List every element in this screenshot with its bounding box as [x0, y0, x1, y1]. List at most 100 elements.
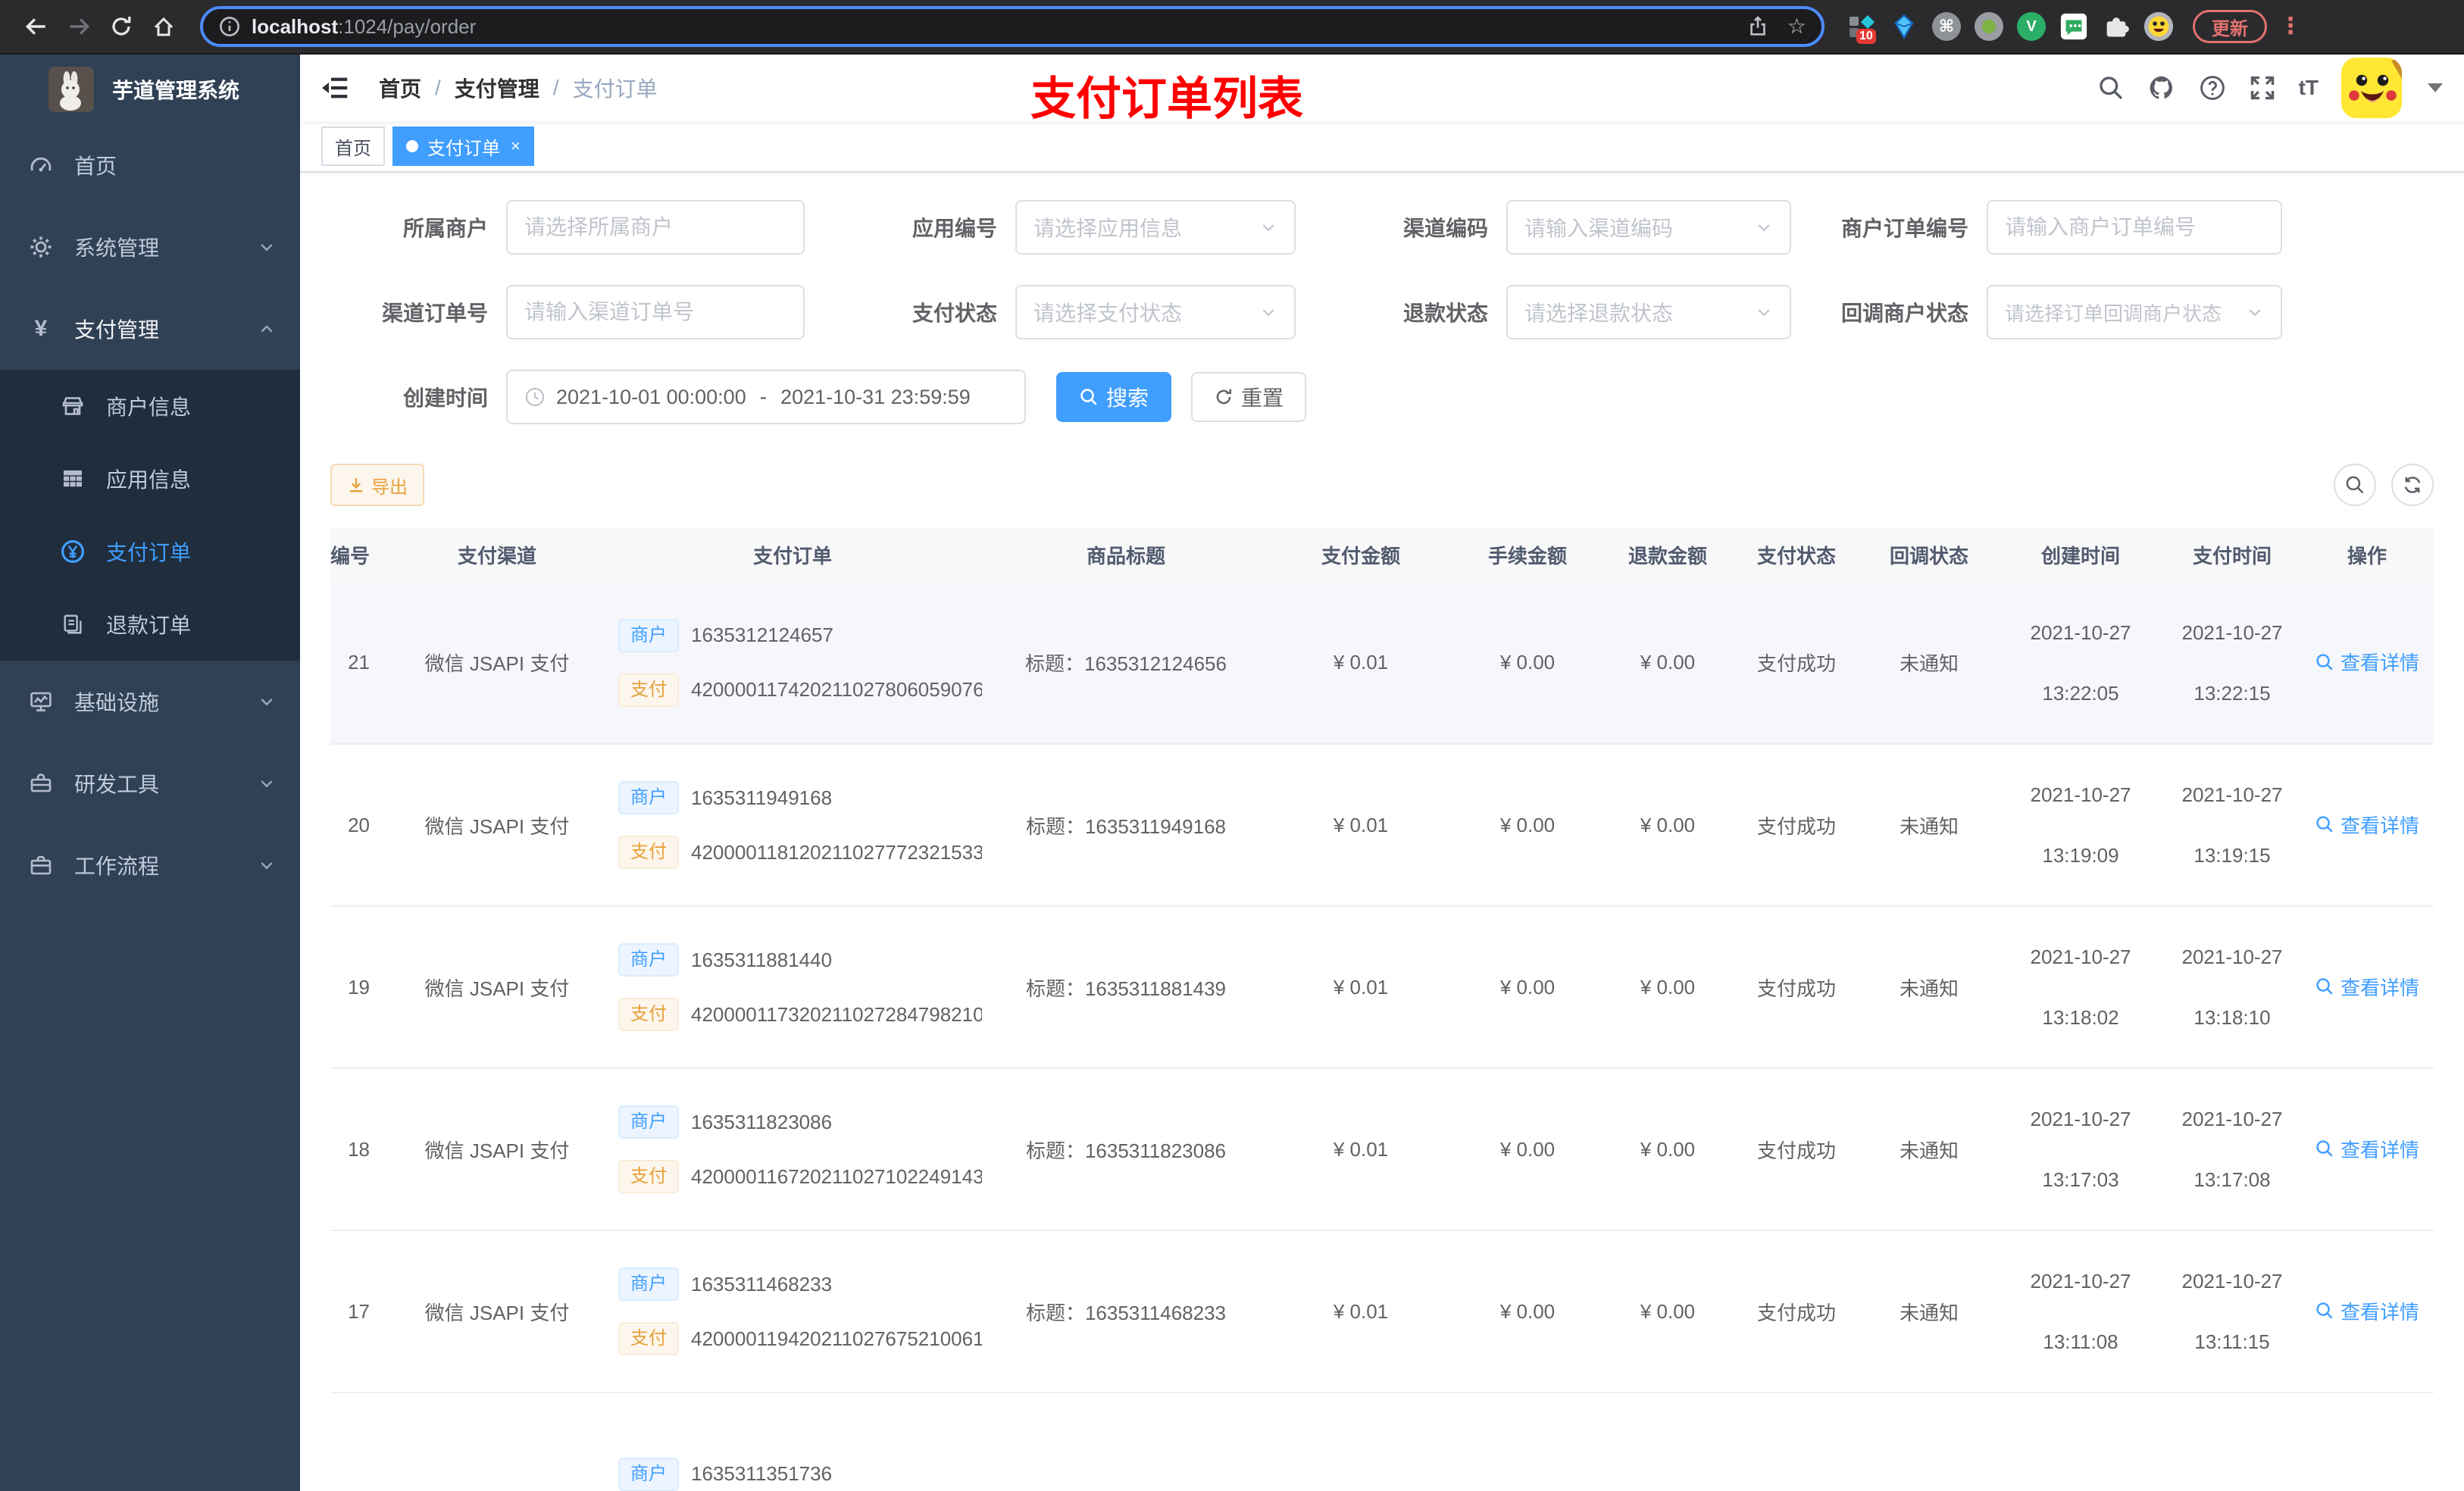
breadcrumb-pay[interactable]: 支付管理 — [455, 73, 539, 103]
fullscreen-icon[interactable] — [2249, 74, 2276, 102]
ext-command-icon[interactable]: ⌘ — [1931, 11, 1962, 42]
update-button[interactable]: 更新 — [2193, 10, 2267, 43]
notify-status-select[interactable]: 请选择订单回调商户状态 — [1987, 285, 2282, 339]
site-info-icon[interactable] — [218, 15, 241, 38]
github-icon[interactable] — [2147, 73, 2176, 102]
chevron-down-icon — [1259, 303, 1277, 321]
notify-status: 未通知 — [1861, 906, 1997, 1069]
browser-profile-avatar[interactable] — [2143, 11, 2175, 42]
create-time-range[interactable]: 2021-10-01 00:00:00 - 2021-10-31 23:59:5… — [506, 370, 1026, 424]
merchant-input[interactable] — [506, 200, 805, 255]
notify-status-label: 回调商户状态 — [1840, 302, 1968, 325]
search-icon[interactable] — [2097, 74, 2125, 102]
sidebar-item-app-info[interactable]: 应用信息 — [0, 442, 300, 515]
channel-code-select[interactable]: 请输入渠道编码 — [1506, 200, 1791, 255]
view-detail-link[interactable]: 查看详情 — [2315, 973, 2419, 1001]
orders-table: 编号 支付渠道 支付订单 商品标题 支付金额 手续金额 退款金额 支付状态 回调… — [330, 527, 2434, 1491]
chevron-down-icon — [1755, 303, 1773, 321]
sidebar-item-refund-order[interactable]: 退款订单 — [0, 588, 300, 661]
pay-order-no: 4200001174202110278060590766 — [691, 678, 982, 701]
toggle-search-button[interactable] — [2334, 464, 2376, 506]
merchant-order-no-input[interactable] — [1987, 200, 2282, 255]
pay-channel: 微信 JSAPI 支付 — [391, 1230, 603, 1393]
chevron-down-icon — [258, 856, 276, 874]
ext-vue-icon[interactable]: V — [2015, 11, 2047, 42]
filter-row-2: 渠道订单号 支付状态 请选择支付状态 退款状态 — [330, 285, 2434, 339]
merchant-order-no: 1635312124657 — [691, 624, 833, 646]
actions-cell: 查看详情 — [2300, 1068, 2434, 1231]
store-icon — [59, 394, 86, 418]
tab-home[interactable]: 首页 — [321, 127, 385, 166]
pay-status-label: 支付状态 — [911, 302, 997, 325]
pay-status-select[interactable]: 请选择支付状态 — [1015, 285, 1296, 339]
browser-menu-icon[interactable]: ⋮ — [2279, 15, 2302, 38]
app-label: 应用编号 — [911, 217, 997, 240]
sidebar-item-pay[interactable]: ¥ 支付管理 — [0, 288, 300, 370]
address-bar[interactable]: localhost:1024/pay/order ☆ — [200, 6, 1825, 47]
page-content: 所属商户 应用编号 请选择应用信息 渠道编码 — [300, 173, 2464, 1491]
sidebar-fold-icon[interactable] — [312, 65, 358, 111]
share-icon[interactable] — [1746, 15, 1769, 38]
refund-amount: ¥ 0.00 — [1603, 744, 1732, 907]
ext-puzzle-icon[interactable] — [2100, 11, 2132, 42]
sidebar-item-infra[interactable]: 基础设施 — [0, 661, 300, 742]
pay-order-cell: 商户 1635311351736 — [603, 1393, 982, 1491]
product-title: 标题：1635311949168 — [982, 744, 1270, 907]
app-logo[interactable]: 芋道管理系统 — [0, 55, 300, 124]
pay-time: 2021-10-27 13:11:15 — [2164, 1230, 2300, 1393]
notify-status: 未通知 — [1861, 1068, 1997, 1231]
order-id: 21 — [330, 582, 391, 745]
sidebar-item-merchant-info[interactable]: 商户信息 — [0, 370, 300, 442]
merchant-order-no: 1635311949168 — [691, 786, 833, 809]
gear-icon — [27, 235, 55, 259]
close-icon[interactable]: × — [511, 138, 521, 155]
reset-button[interactable]: 重置 — [1191, 372, 1307, 422]
view-detail-link[interactable]: 查看详情 — [2315, 1297, 2419, 1325]
ext-gem-icon[interactable] — [1888, 11, 1920, 42]
breadcrumb-home[interactable]: 首页 — [379, 73, 421, 103]
pay-order-no: 4200001194202110276752100612 — [691, 1327, 982, 1350]
ext-dot-icon[interactable] — [1973, 11, 2005, 42]
ext-chat-icon[interactable] — [2058, 11, 2090, 42]
ext-blocks-icon[interactable]: 10 — [1846, 11, 1878, 44]
export-button[interactable]: 导出 — [330, 464, 424, 506]
document-copy-icon — [59, 613, 86, 636]
browser-home-icon[interactable] — [142, 5, 185, 48]
user-avatar[interactable] — [2341, 58, 2402, 118]
app-select[interactable]: 请选择应用信息 — [1015, 200, 1296, 255]
pay-status: 支付成功 — [1732, 1068, 1861, 1231]
url-text[interactable]: localhost:1024/pay/order — [252, 15, 1731, 39]
bookmark-star-icon[interactable]: ☆ — [1787, 16, 1806, 37]
yen-icon: ¥ — [34, 316, 48, 341]
filter-row-3: 创建时间 2021-10-01 00:00:00 - 2021-10-31 23… — [330, 370, 2434, 424]
create-time-label: 创建时间 — [402, 386, 488, 410]
refund-amount: ¥ 0.00 — [1603, 1230, 1732, 1393]
sidebar-item-workflow[interactable]: 工作流程 — [0, 824, 300, 906]
search-button[interactable]: 搜索 — [1056, 372, 1172, 422]
browser-forward-icon[interactable] — [58, 5, 100, 48]
view-detail-link[interactable]: 查看详情 — [2315, 648, 2419, 676]
refresh-button[interactable] — [2391, 464, 2434, 506]
briefcase-icon — [27, 853, 55, 877]
refund-status-select[interactable]: 请选择退款状态 — [1506, 285, 1791, 339]
create-time: 2021-10-27 13:22:05 — [1997, 582, 2164, 745]
pay-tag: 支付 — [618, 836, 679, 869]
view-detail-link[interactable]: 查看详情 — [2315, 811, 2419, 839]
merchant-order-no: 1635311881440 — [691, 948, 833, 971]
help-icon[interactable] — [2199, 74, 2226, 102]
pay-channel: 微信 JSAPI 支付 — [391, 1068, 603, 1231]
tab-pay-order[interactable]: 支付订单 × — [392, 127, 534, 166]
browser-back-icon[interactable] — [15, 5, 58, 48]
sidebar-item-pay-order[interactable]: 支付订单 — [0, 515, 300, 588]
browser-reload-icon[interactable] — [100, 5, 142, 48]
avatar-caret-icon[interactable] — [2428, 83, 2443, 92]
pay-order-cell: 商户 1635311949168 支付 4200001181202110277723… — [603, 744, 982, 907]
sidebar-item-dev-tools[interactable]: 研发工具 — [0, 742, 300, 824]
channel-order-no-input[interactable] — [506, 285, 805, 339]
order-id: 18 — [330, 1068, 391, 1231]
sidebar-item-system[interactable]: 系统管理 — [0, 206, 300, 288]
merchant-order-no: 1635311351736 — [691, 1462, 833, 1485]
sidebar-item-home[interactable]: 首页 — [0, 124, 300, 206]
view-detail-link[interactable]: 查看详情 — [2315, 1135, 2419, 1163]
font-size-icon[interactable]: tT — [2299, 76, 2319, 100]
